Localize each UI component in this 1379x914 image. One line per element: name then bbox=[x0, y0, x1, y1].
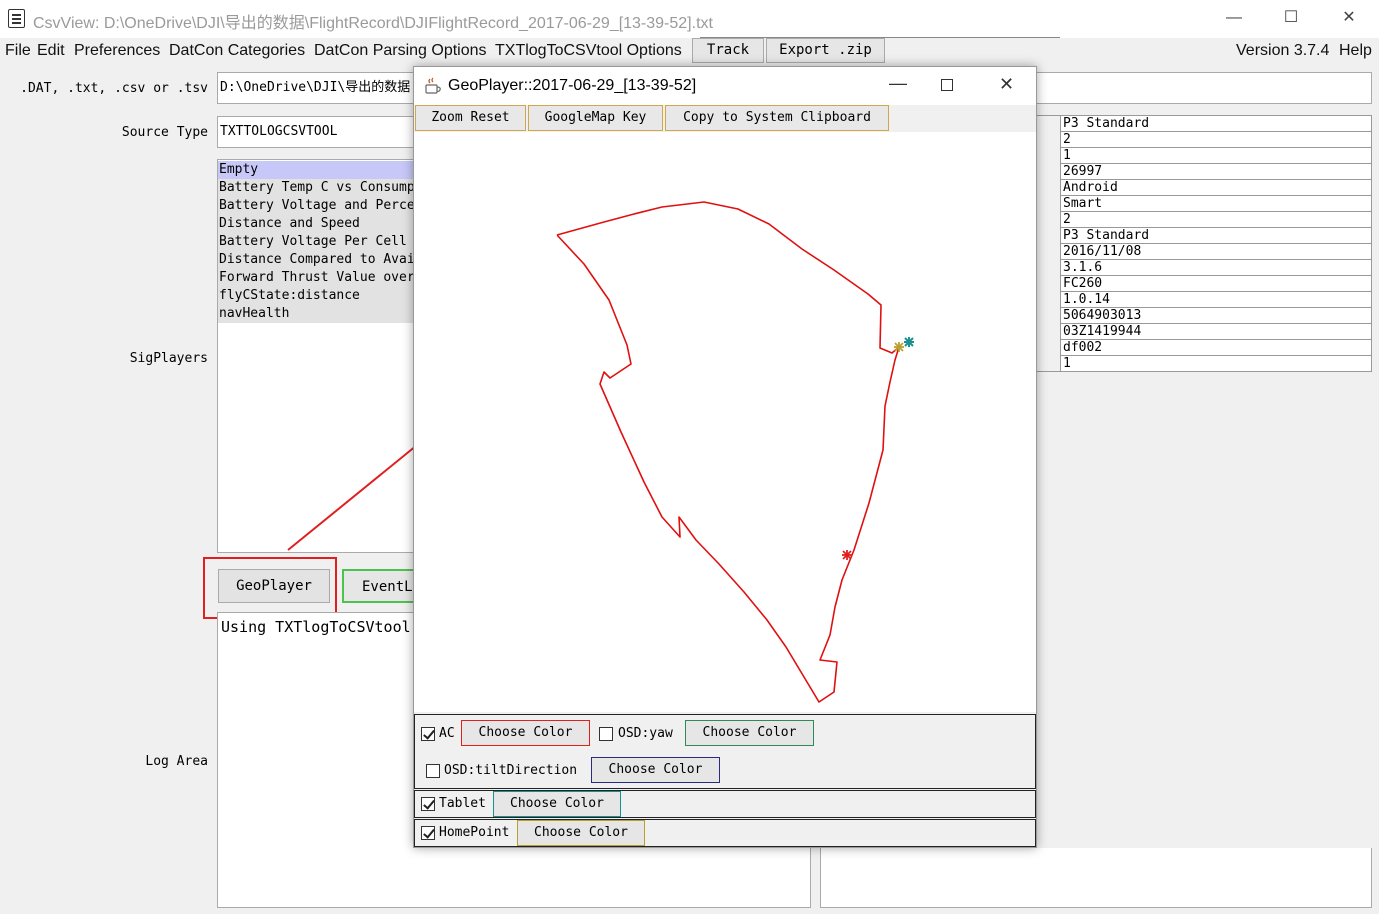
menu-file[interactable]: File bbox=[5, 42, 31, 60]
osd-tilt-label: OSD:tiltDirection bbox=[444, 763, 578, 778]
ac-choose-color-button[interactable]: Choose Color bbox=[461, 720, 590, 746]
geo-minimize-button[interactable]: — bbox=[889, 73, 907, 94]
info-row: 2 bbox=[1061, 132, 1371, 148]
ac-checkbox[interactable] bbox=[421, 727, 435, 741]
flight-track bbox=[556, 201, 900, 703]
sigplayer-item[interactable]: Battery Voltage Per Cell bbox=[218, 233, 416, 251]
tablet-marker-icon bbox=[904, 337, 914, 347]
osd-tilt-choose-color-button[interactable]: Choose Color bbox=[591, 757, 720, 783]
ac-label: AC bbox=[439, 726, 455, 741]
osd-yaw-choose-color-button[interactable]: Choose Color bbox=[685, 720, 814, 746]
tablet-choose-color-button[interactable]: Choose Color bbox=[493, 791, 621, 817]
window-title: CsvView: D:\OneDrive\DJI\导出的数据\FlightRec… bbox=[33, 15, 713, 32]
sigplayers-label: SigPlayers bbox=[129, 351, 208, 366]
menu-bar: File Edit Preferences DatCon Categories … bbox=[0, 38, 1379, 64]
homepoint-label: HomePoint bbox=[439, 825, 510, 840]
homepoint-panel: HomePoint Choose Color bbox=[414, 819, 1036, 847]
info-row: 2 bbox=[1061, 212, 1371, 228]
info-row: FC260 bbox=[1061, 276, 1371, 292]
sigplayer-item[interactable]: Distance and Speed bbox=[218, 215, 416, 233]
file-label: .DAT, .txt, .csv or .tsv bbox=[20, 81, 208, 96]
sigplayer-item[interactable]: Battery Voltage and Perce bbox=[218, 197, 416, 215]
geoplayer-window: GeoPlayer::2017-06-29_[13-39-52] — ✕ Zoo… bbox=[413, 66, 1037, 848]
maximize-button[interactable]: ☐ bbox=[1262, 0, 1320, 36]
menu-help[interactable]: Help bbox=[1339, 42, 1372, 60]
source-type-label: Source Type bbox=[121, 125, 208, 140]
java-cup-icon bbox=[425, 77, 441, 94]
sigplayer-item[interactable]: flyCState:distance bbox=[218, 287, 416, 305]
osd-yaw-label: OSD:yaw bbox=[618, 726, 673, 741]
close-button[interactable]: ✕ bbox=[1320, 0, 1378, 36]
googlemap-key-button[interactable]: GoogleMap Key bbox=[528, 105, 663, 131]
osd-tilt-checkbox[interactable] bbox=[426, 764, 440, 778]
info-row: 5064903013 bbox=[1061, 308, 1371, 324]
sigplayer-item[interactable]: Battery Temp C vs Consump bbox=[218, 179, 416, 197]
menu-datcon-categories[interactable]: DatCon Categories bbox=[169, 42, 305, 60]
flight-track-svg bbox=[556, 201, 914, 703]
minimize-button[interactable]: — bbox=[1205, 0, 1263, 36]
geo-maximize-button[interactable] bbox=[941, 79, 953, 91]
geo-close-button[interactable]: ✕ bbox=[999, 74, 1014, 95]
sigplayer-item[interactable]: Forward Thrust Value over bbox=[218, 269, 416, 287]
ac-osd-panel: AC Choose Color OSD:yaw Choose Color OSD… bbox=[414, 714, 1036, 789]
menu-txtlog-options[interactable]: TXTlogToCSVtool Options bbox=[495, 42, 682, 60]
tablet-label: Tablet bbox=[439, 796, 486, 811]
geoplayer-title: GeoPlayer::2017-06-29_[13-39-52] bbox=[448, 77, 697, 94]
info-row: 03Z1419944 bbox=[1061, 324, 1371, 340]
info-row: 1.0.14 bbox=[1061, 292, 1371, 308]
info-row: 26997 bbox=[1061, 164, 1371, 180]
menu-preferences[interactable]: Preferences bbox=[74, 42, 160, 60]
info-row: df002 bbox=[1061, 340, 1371, 356]
log-text: Using TXTlogToCSVtool bbox=[221, 618, 411, 636]
track-button[interactable]: Track bbox=[692, 38, 764, 63]
sigplayer-item[interactable]: navHealth bbox=[218, 305, 416, 323]
map-canvas[interactable] bbox=[414, 132, 1036, 712]
sigplayer-item[interactable]: Distance Compared to Avai bbox=[218, 251, 416, 269]
info-grid: P3 Standard 2 1 26997 Android Smart 2 P3… bbox=[1060, 115, 1372, 372]
source-type-field: TXTTOLOGCSVTOOL bbox=[217, 116, 417, 148]
aircraft-marker-icon bbox=[842, 550, 852, 560]
info-row: Smart bbox=[1061, 196, 1371, 212]
log-area-label: Log Area bbox=[145, 754, 208, 769]
info-row: P3 Standard bbox=[1061, 116, 1371, 132]
info-row: Android bbox=[1061, 180, 1371, 196]
start-marker-icon bbox=[894, 342, 904, 352]
eventlog-button[interactable]: EventLo bbox=[342, 569, 417, 603]
info-row: P3 Standard bbox=[1061, 228, 1371, 244]
zoom-reset-button[interactable]: Zoom Reset bbox=[415, 105, 526, 131]
tablet-checkbox[interactable] bbox=[421, 797, 435, 811]
menu-edit[interactable]: Edit bbox=[37, 42, 65, 60]
osd-yaw-checkbox[interactable] bbox=[599, 727, 613, 741]
geoplayer-title-bar: GeoPlayer::2017-06-29_[13-39-52] — ✕ bbox=[414, 67, 1036, 105]
copy-clipboard-button[interactable]: Copy to System Clipboard bbox=[665, 105, 889, 131]
info-grid-gutter bbox=[1036, 115, 1060, 372]
homepoint-choose-color-button[interactable]: Choose Color bbox=[517, 820, 645, 846]
version-label: Version 3.7.4 bbox=[1236, 42, 1330, 59]
info-row: 1 bbox=[1061, 148, 1371, 164]
app-icon bbox=[8, 9, 25, 28]
tablet-panel: Tablet Choose Color bbox=[414, 790, 1036, 818]
homepoint-checkbox[interactable] bbox=[421, 826, 435, 840]
sigplayer-item[interactable]: Empty bbox=[218, 161, 416, 179]
export-zip-button[interactable]: Export .zip bbox=[766, 38, 885, 63]
menu-datcon-parsing-options[interactable]: DatCon Parsing Options bbox=[314, 42, 487, 60]
info-row: 2016/11/08 bbox=[1061, 244, 1371, 260]
title-bar: CsvView: D:\OneDrive\DJI\导出的数据\FlightRec… bbox=[0, 0, 1379, 38]
right-lower-panel bbox=[820, 848, 1372, 908]
info-row: 1 bbox=[1061, 356, 1371, 372]
geoplayer-button[interactable]: GeoPlayer bbox=[218, 569, 330, 603]
info-row: 3.1.6 bbox=[1061, 260, 1371, 276]
